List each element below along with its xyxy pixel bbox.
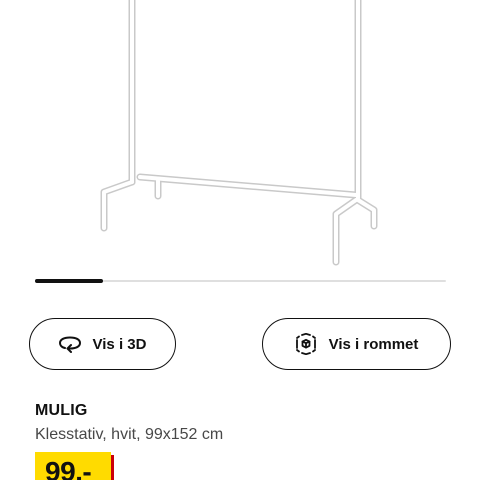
ar-cube-icon: [295, 333, 316, 355]
product-page: Vis i 3D Vis i rommet MULIG Klesstativ, …: [0, 0, 480, 480]
view-in-3d-button[interactable]: Vis i 3D: [29, 318, 176, 370]
view-in-room-label: Vis i rommet: [328, 335, 419, 353]
product-name[interactable]: MULIG: [35, 402, 88, 420]
view-in-room-button[interactable]: Vis i rommet: [262, 318, 451, 370]
price-tag: 99,-: [35, 452, 111, 480]
price-value: 99,-: [45, 456, 92, 480]
view-in-3d-label: Vis i 3D: [92, 335, 147, 353]
carousel-progress-indicator: [35, 279, 103, 283]
product-image[interactable]: [0, 0, 480, 275]
image-carousel-progress[interactable]: [35, 279, 446, 283]
rotate-3d-icon: [58, 336, 81, 353]
product-description: Klesstativ, hvit, 99x152 cm: [35, 426, 224, 443]
